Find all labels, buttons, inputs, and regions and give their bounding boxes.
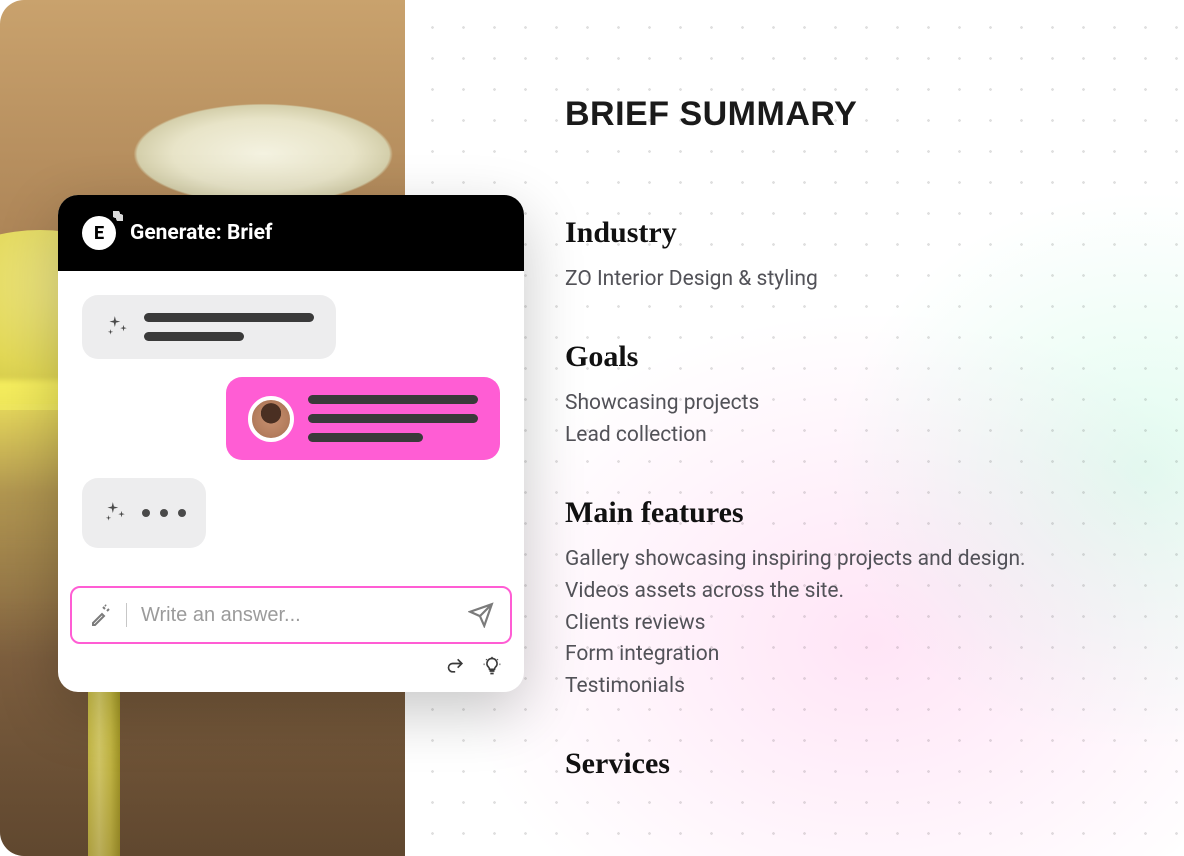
section-heading-goals: Goals bbox=[565, 340, 1124, 374]
chat-input-container[interactable] bbox=[70, 586, 512, 644]
chat-input[interactable] bbox=[141, 604, 454, 627]
ai-typing-bubble bbox=[82, 478, 206, 548]
chat-title: Generate: Brief bbox=[130, 221, 272, 245]
section-heading-features: Main features bbox=[565, 496, 1124, 530]
industry-value: ZO Interior Design & styling bbox=[565, 264, 1124, 296]
lightbulb-icon[interactable] bbox=[482, 656, 502, 676]
feature-item: Gallery showcasing inspiring projects an… bbox=[565, 544, 1124, 576]
chat-generate-brief-card: E Generate: Brief bbox=[58, 195, 524, 692]
avatar bbox=[248, 396, 294, 442]
section-body-features: Gallery showcasing inspiring projects an… bbox=[565, 544, 1124, 704]
feature-item: Clients reviews bbox=[565, 608, 1124, 640]
magic-wand-icon bbox=[88, 603, 112, 627]
user-message-bubble bbox=[226, 377, 500, 460]
feature-item: Form integration bbox=[565, 639, 1124, 671]
section-body-industry: ZO Interior Design & styling bbox=[565, 264, 1124, 296]
redo-icon[interactable] bbox=[446, 656, 466, 676]
sparkle-icon bbox=[102, 500, 128, 526]
ai-message-bubble bbox=[82, 295, 336, 359]
section-heading-industry: Industry bbox=[565, 216, 1124, 250]
logo-letter: E bbox=[94, 223, 104, 244]
send-icon[interactable] bbox=[468, 602, 494, 628]
user-message-placeholder-lines bbox=[308, 395, 478, 442]
elementor-logo-icon: E bbox=[82, 216, 116, 250]
section-heading-services: Services bbox=[565, 747, 1124, 781]
section-body-goals: Showcasing projects Lead collection bbox=[565, 388, 1124, 452]
feature-item: Videos assets across the site. bbox=[565, 576, 1124, 608]
goal-item: Showcasing projects bbox=[565, 388, 1124, 420]
input-divider bbox=[126, 603, 127, 627]
ai-message-placeholder-lines bbox=[144, 313, 314, 341]
feature-item: Testimonials bbox=[565, 671, 1124, 703]
goal-item: Lead collection bbox=[565, 420, 1124, 452]
chat-header: E Generate: Brief bbox=[58, 195, 524, 271]
typing-indicator-icon bbox=[142, 509, 186, 517]
brief-summary-title: BRIEF SUMMARY bbox=[565, 95, 1124, 134]
sparkle-icon bbox=[104, 314, 130, 340]
